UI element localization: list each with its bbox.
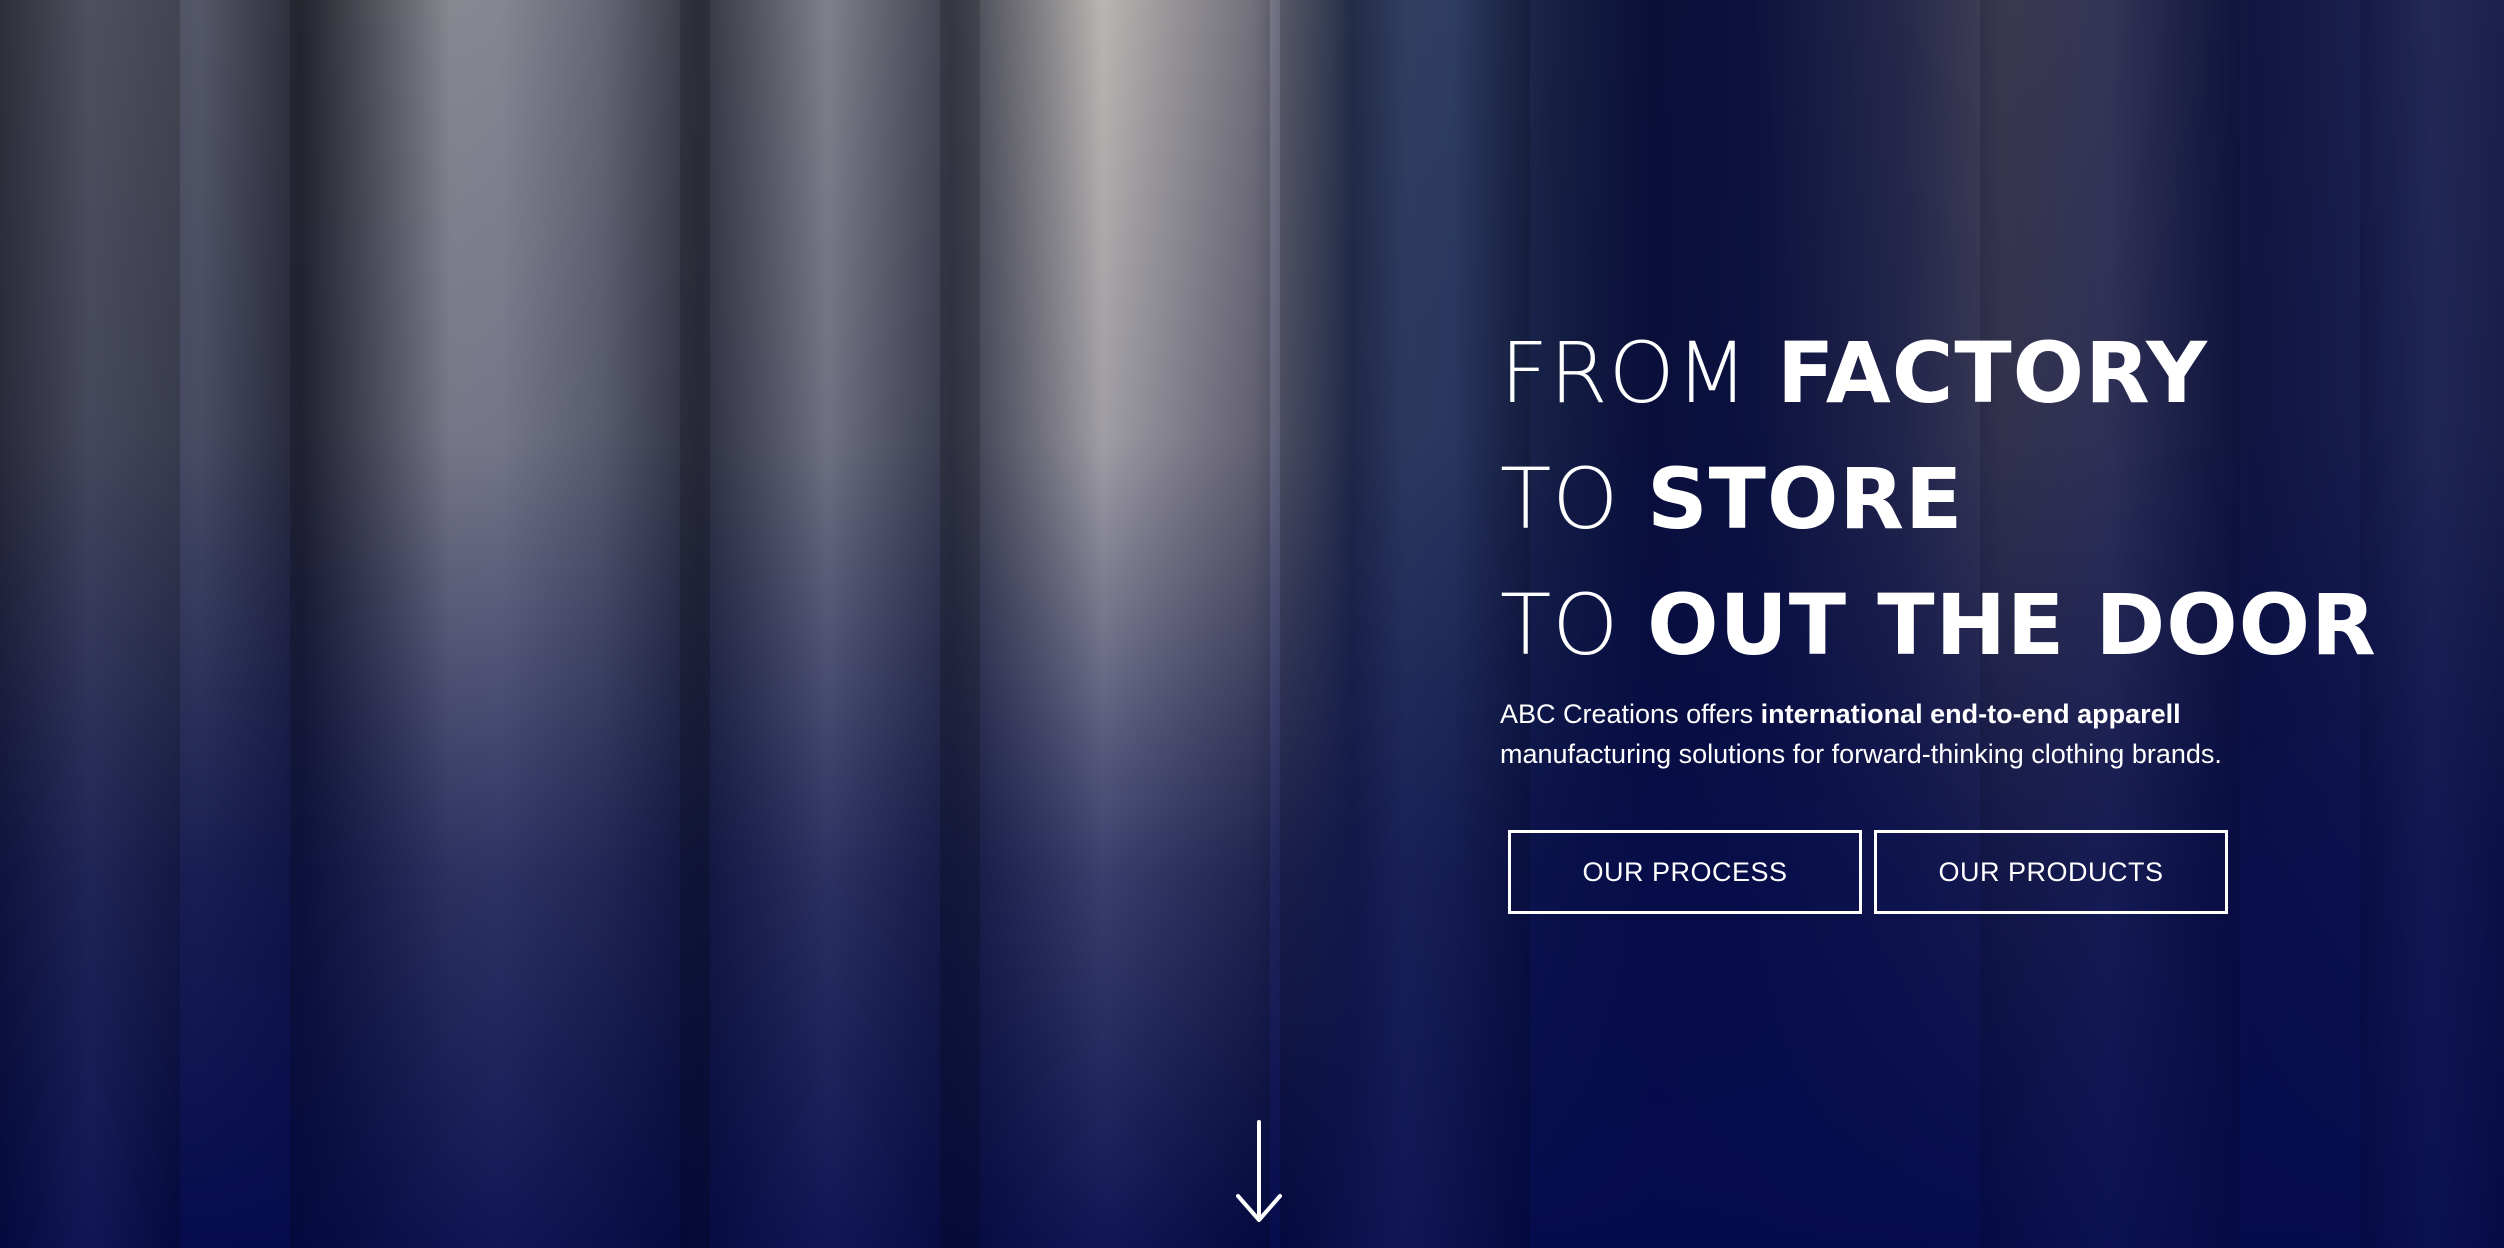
arrow-down-icon[interactable] bbox=[1234, 1120, 1284, 1224]
headline-line-3-bold: OUT THE DOOR bbox=[1647, 576, 2377, 674]
headline-line-1: FROM FACTORY bbox=[1500, 310, 2320, 436]
hero-buttons: OUR PROCESS OUR PRODUCTS bbox=[1508, 830, 2320, 914]
our-process-button[interactable]: OUR PROCESS bbox=[1508, 830, 1862, 914]
our-products-button[interactable]: OUR PRODUCTS bbox=[1874, 830, 2228, 914]
hero-section: FROM FACTORY TO STORE TO OUT THE DOOR AB… bbox=[0, 0, 2504, 1248]
hero-headline: FROM FACTORY TO STORE TO OUT THE DOOR bbox=[1500, 310, 2376, 688]
hero-content: FROM FACTORY TO STORE TO OUT THE DOOR AB… bbox=[1500, 310, 2376, 914]
tagline-emphasis: international end-to-end apparell bbox=[1760, 699, 2181, 729]
headline-line-2-bold: STORE bbox=[1647, 450, 1964, 548]
garment-fold bbox=[940, 0, 1270, 1248]
headline-line-1-light: FROM bbox=[1500, 324, 1777, 422]
headline-line-2: TO STORE bbox=[1500, 436, 2320, 562]
hero-tagline: ABC Creations offers international end-t… bbox=[1500, 694, 2320, 774]
garment-fold bbox=[0, 0, 180, 1248]
garment-fold bbox=[680, 0, 980, 1248]
headline-line-3: TO OUT THE DOOR bbox=[1500, 562, 2376, 688]
garment-fold bbox=[290, 0, 710, 1248]
headline-line-2-light: TO bbox=[1500, 450, 1648, 548]
headline-line-1-bold: FACTORY bbox=[1776, 324, 2209, 422]
headline-line-3-light: TO bbox=[1500, 576, 1648, 674]
tagline-text: ABC Creations offers bbox=[1500, 699, 1761, 729]
tagline-text-continued: manufacturing solutions for forward-thin… bbox=[1500, 739, 2222, 769]
